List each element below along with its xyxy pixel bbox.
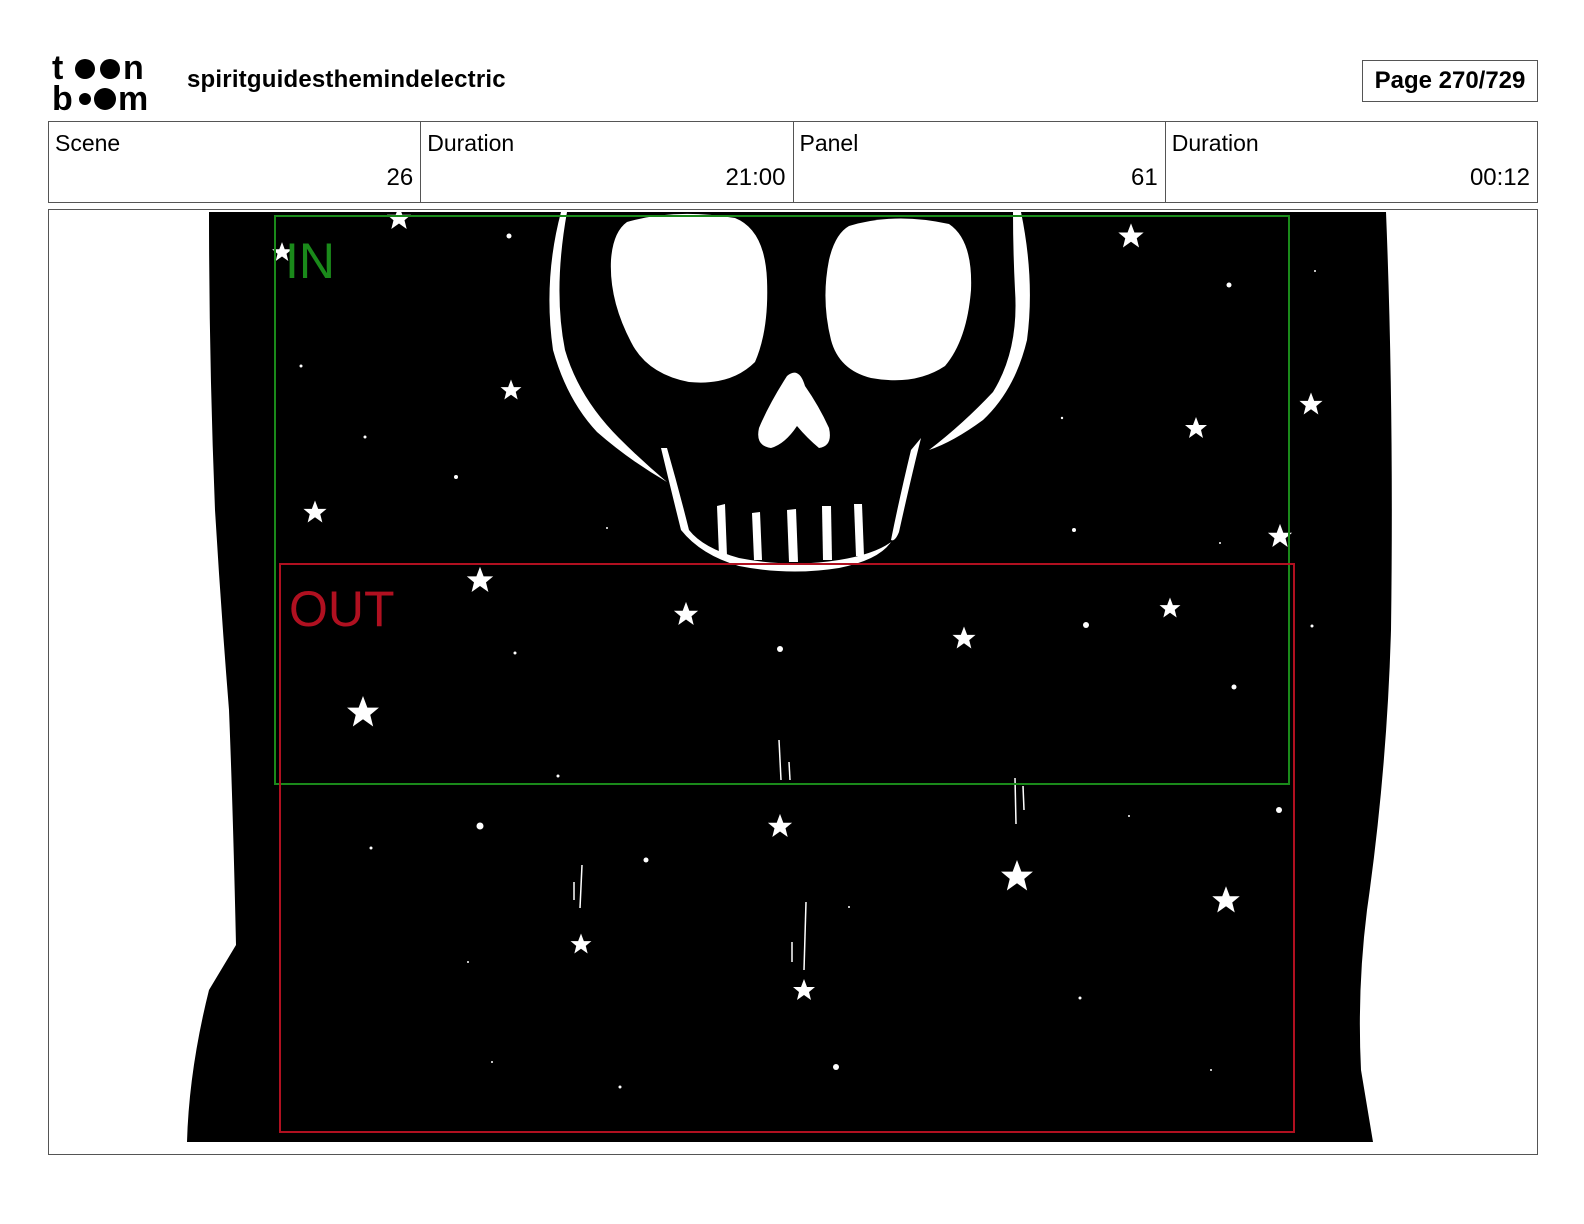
scene-info-bar: Scene 26 Duration 21:00 Panel 61 Duratio… bbox=[48, 121, 1538, 203]
panel-value: 61 bbox=[1131, 164, 1158, 191]
in-label: IN bbox=[285, 233, 335, 289]
out-label: OUT bbox=[289, 581, 395, 637]
scene-value: 26 bbox=[386, 164, 414, 191]
panel-label: Panel bbox=[799, 130, 859, 156]
scene-cell: Scene 26 bbox=[49, 122, 422, 202]
scene-label: Scene bbox=[55, 130, 121, 156]
panel-cell: Panel 61 bbox=[794, 122, 1166, 202]
scene-duration-cell: Duration 21:00 bbox=[421, 122, 794, 202]
project-title: spiritguidesthemindelectric bbox=[187, 66, 506, 93]
svg-text:b: b bbox=[52, 80, 73, 112]
scene-duration-value: 21:00 bbox=[725, 164, 786, 191]
scene-duration-label: Duration bbox=[427, 130, 515, 156]
svg-text:m: m bbox=[118, 80, 148, 112]
toon-boom-logo: t n b m bbox=[52, 52, 164, 112]
panel-duration-value: 00:12 bbox=[1469, 164, 1530, 191]
panel-duration-cell: Duration 00:12 bbox=[1166, 122, 1537, 202]
night-sky-shape bbox=[187, 212, 1392, 1142]
storyboard-panel: IN OUT bbox=[48, 209, 1538, 1155]
panel-artwork: IN OUT bbox=[187, 210, 1392, 1142]
page-number: Page 270/729 bbox=[1362, 60, 1538, 102]
panel-duration-label: Duration bbox=[1171, 130, 1259, 156]
